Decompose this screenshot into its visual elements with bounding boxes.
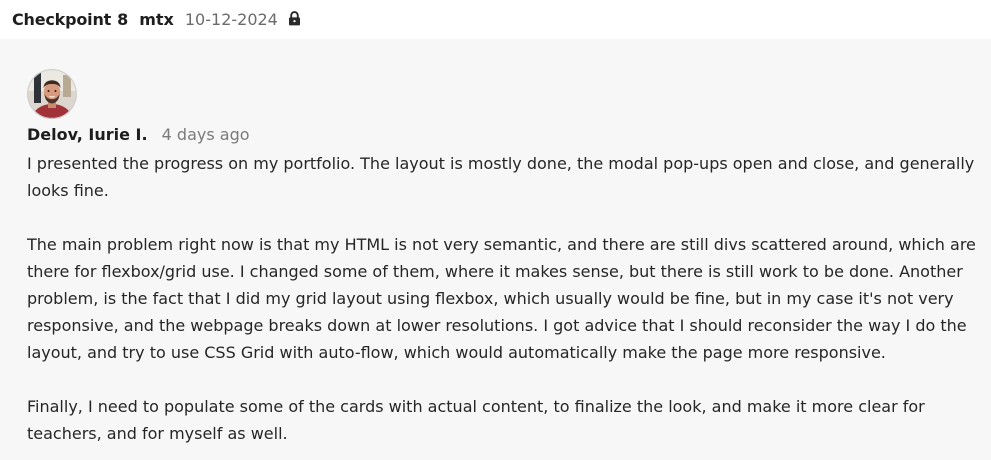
checkpoint-header: Checkpoint 8 mtx 10-12-2024 <box>0 0 991 39</box>
comment-paragraph-2: The main problem right now is that my HT… <box>27 235 976 362</box>
author-name[interactable]: Delov, Iurie I. <box>27 125 148 144</box>
checkpoint-number: 8 <box>117 10 129 29</box>
lock-icon <box>288 11 301 26</box>
comment: Delov, Iurie I. 4 days ago I presented t… <box>0 39 991 447</box>
comment-meta: Delov, Iurie I. 4 days ago <box>27 124 991 146</box>
user-avatar-photo <box>27 69 77 119</box>
comment-body: I presented the progress on my portfolio… <box>27 150 977 447</box>
comment-paragraph-3: Finally, I need to populate some of the … <box>27 397 925 443</box>
checkpoint-tag: mtx <box>139 10 174 29</box>
avatar[interactable] <box>27 69 77 119</box>
comment-time: 4 days ago <box>161 125 250 144</box>
checkpoint-date: 10-12-2024 <box>184 10 278 29</box>
checkpoint-title: Checkpoint <box>12 10 112 29</box>
comment-paragraph-1: I presented the progress on my portfolio… <box>27 154 975 200</box>
